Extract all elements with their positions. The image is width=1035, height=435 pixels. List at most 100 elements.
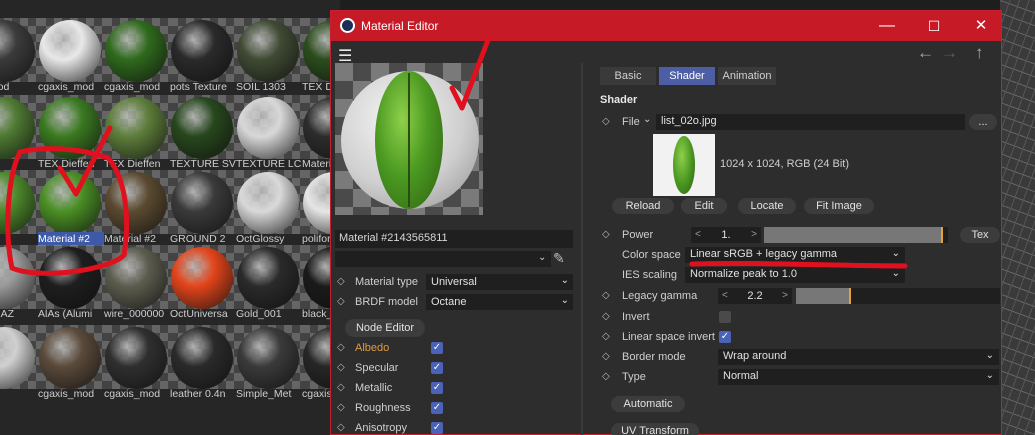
tab-basic[interactable]: Basic (600, 67, 656, 85)
shader-action-button[interactable]: Locate (738, 198, 796, 214)
animate-diamond-icon[interactable]: ◇ (337, 382, 345, 393)
animate-diamond-icon[interactable]: ◇ (337, 342, 345, 353)
material-tile[interactable]: TEXTURE LC (236, 95, 302, 170)
material-tile[interactable]: OctGlossy (236, 170, 302, 245)
increment-arrow-icon[interactable]: > (751, 227, 757, 243)
material-tile[interactable]: SOIL 1303 (236, 18, 302, 93)
animate-diamond-icon[interactable]: ◇ (337, 276, 345, 287)
material-preview[interactable] (335, 63, 483, 215)
material-tile[interactable]: Material #2 (38, 170, 104, 246)
material-name-field[interactable]: Material #2143565811 (335, 230, 573, 248)
material-tile[interactable]: TERRAZ (0, 245, 38, 320)
file-dropdown-icon[interactable]: ⌄ (643, 114, 651, 125)
animate-diamond-icon[interactable]: ◇ (602, 116, 610, 127)
channel-checkbox[interactable]: ✓ (431, 422, 443, 434)
property-dropdown[interactable]: Octane ⌄ (426, 294, 573, 310)
forward-arrow-icon[interactable]: → (941, 43, 958, 63)
channel-checkbox[interactable]: ✓ (431, 382, 443, 394)
channel-label[interactable]: Metallic (355, 382, 392, 394)
shader-action-button[interactable]: Reload (612, 198, 674, 214)
material-tile[interactable]: TEX Dieffen (104, 95, 170, 170)
minimize-button[interactable]: — (867, 15, 907, 37)
shader-action-button[interactable]: Fit Image (804, 198, 874, 214)
title-bar[interactable]: Material Editor — ☐ ✕ (331, 11, 1001, 41)
material-tile[interactable]: OctUniversa (170, 245, 236, 320)
eyedropper-icon[interactable]: ✎ (553, 250, 565, 267)
material-tile[interactable]: leather 0.4n (170, 325, 236, 400)
back-arrow-icon[interactable]: ← (917, 43, 934, 63)
material-tile[interactable]: al #2 (0, 325, 38, 397)
chevron-down-icon: ⌄ (560, 295, 569, 306)
ies-scaling-dropdown[interactable]: Normalize peak to 1.0 ⌄ (685, 267, 905, 283)
material-sphere (171, 172, 233, 234)
material-tile[interactable]: wire_000000 (104, 245, 170, 320)
power-slider[interactable] (764, 227, 948, 243)
material-tile[interactable]: cgaxis_mod (104, 18, 170, 93)
material-tile[interactable]: TEXTURE SV (170, 95, 236, 170)
channel-label[interactable]: Anisotropy (355, 422, 407, 434)
material-tile[interactable]: _s_mod (0, 18, 38, 93)
material-tile[interactable]: pots Texture (170, 18, 236, 93)
file-browse-button[interactable]: ... (969, 114, 997, 130)
material-tile[interactable] (0, 95, 38, 167)
maximize-button[interactable]: ☐ (914, 15, 954, 37)
layer-field[interactable] (335, 251, 551, 267)
automatic-button[interactable]: Automatic (611, 396, 685, 412)
layer-dropdown-icon[interactable]: ⌄ (538, 252, 546, 263)
legacy-gamma-slider[interactable] (796, 288, 1000, 304)
invert-checkbox[interactable] (719, 311, 731, 323)
material-tile[interactable]: AlAs (Alumi (38, 245, 104, 320)
close-button[interactable]: ✕ (961, 15, 1001, 37)
animate-diamond-icon[interactable]: ◇ (337, 422, 345, 433)
legacy-gamma-slider-handle[interactable] (849, 288, 851, 304)
material-tile[interactable]: Gold_001 (236, 245, 302, 320)
linear-space-invert-checkbox[interactable]: ✓ (719, 331, 731, 343)
animate-diamond-icon[interactable]: ◇ (602, 351, 610, 362)
animate-diamond-icon[interactable]: ◇ (337, 362, 345, 373)
material-tile[interactable]: TEX Dieffen (38, 95, 104, 170)
tex-button[interactable]: Tex (960, 227, 1000, 243)
tab-animation[interactable]: Animation (718, 67, 776, 85)
animate-diamond-icon[interactable]: ◇ (602, 371, 610, 382)
file-path-field[interactable]: list_02o.jpg (656, 114, 965, 130)
shader-action-button[interactable]: Edit (681, 198, 727, 214)
material-tile[interactable]: cgaxis_mod (104, 325, 170, 400)
animate-diamond-icon[interactable]: ◇ (337, 402, 345, 413)
border-mode-dropdown[interactable]: Wrap around ⌄ (718, 349, 999, 365)
channel-label[interactable]: Roughness (355, 402, 411, 414)
material-tile[interactable]: al #2 (0, 170, 38, 242)
channel-checkbox[interactable]: ✓ (431, 402, 443, 414)
material-sphere (105, 20, 167, 82)
material-tile[interactable]: Simple_Met (236, 325, 302, 400)
color-space-dropdown[interactable]: Linear sRGB + legacy gamma ⌄ (685, 247, 905, 263)
material-tile[interactable]: Material #2 (104, 170, 170, 245)
power-number-field[interactable]: < 1. > (691, 227, 761, 243)
legacy-gamma-number-field[interactable]: < 2.2 > (718, 288, 792, 304)
power-slider-handle[interactable] (941, 227, 943, 243)
color-space-row: Color space Linear sRGB + legacy gamma ⌄ (600, 246, 1000, 264)
property-dropdown[interactable]: Universal ⌄ (426, 274, 573, 290)
channel-label[interactable]: Specular (355, 362, 398, 374)
node-editor-button[interactable]: Node Editor (345, 319, 425, 337)
channel-label[interactable]: Albedo (355, 342, 389, 354)
tab-shader[interactable]: Shader (659, 67, 715, 85)
uv-transform-button[interactable]: UV Transform (611, 423, 699, 435)
up-arrow-icon[interactable]: ↑ (975, 43, 984, 63)
material-tile[interactable]: cgaxis_mod (38, 18, 104, 93)
animate-diamond-icon[interactable]: ◇ (337, 296, 345, 307)
channel-checkbox[interactable]: ✓ (431, 342, 443, 354)
chevron-down-icon: ⌄ (985, 350, 994, 361)
animate-diamond-icon[interactable]: ◇ (602, 311, 610, 322)
material-tile-label: Material #2 (38, 232, 104, 246)
viewport-3d[interactable] (1000, 0, 1035, 435)
invert-row: ◇ Invert (600, 308, 1000, 326)
animate-diamond-icon[interactable]: ◇ (602, 229, 610, 240)
increment-arrow-icon[interactable]: > (782, 288, 788, 304)
animate-diamond-icon[interactable]: ◇ (602, 290, 610, 301)
material-tile[interactable]: GROUND 2 (170, 170, 236, 245)
channel-checkbox[interactable]: ✓ (431, 362, 443, 374)
animate-diamond-icon[interactable]: ◇ (602, 331, 610, 342)
pane-splitter[interactable] (581, 63, 583, 435)
type-dropdown[interactable]: Normal ⌄ (718, 369, 999, 385)
material-tile[interactable]: cgaxis_mod (38, 325, 104, 400)
